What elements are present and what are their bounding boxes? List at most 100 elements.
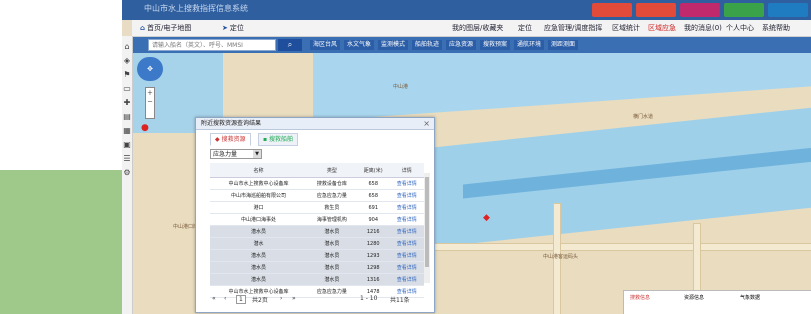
tab-label: 搜救资源 bbox=[221, 136, 246, 143]
toolbar-item-6[interactable]: 搜救预案 bbox=[480, 40, 511, 50]
prev-page-icon[interactable]: ‹ bbox=[224, 295, 226, 302]
map-canvas[interactable]: 中山港 横门水道 中山港客运码头 中山港口岸 ● ◆ ✥ ＋－ 附近搜救资源查询… bbox=[133, 53, 811, 314]
scrollbar-thumb[interactable] bbox=[425, 177, 429, 267]
cell-type: 潜水员 bbox=[306, 261, 357, 274]
bottom-tab-2[interactable]: 资源信息 bbox=[684, 294, 704, 301]
cell-distance: 691 bbox=[356, 201, 390, 214]
cell-distance: 1216 bbox=[356, 225, 390, 238]
bottom-tab-1[interactable]: 搜救信息 bbox=[630, 294, 650, 301]
record-total: 共11条 bbox=[390, 297, 410, 304]
last-page-icon[interactable]: » bbox=[292, 295, 296, 302]
tab-rescue-ships[interactable]: ▪ 搜救船舶 bbox=[258, 133, 298, 146]
toolbar-item-2[interactable]: 水文气象 bbox=[344, 40, 375, 50]
table-row: 中山市海巡船舶有限公司 应急应急力量 658 查看详情 bbox=[210, 189, 424, 202]
table-scrollbar[interactable] bbox=[424, 173, 430, 283]
column-header: 类型 bbox=[306, 163, 357, 178]
cell-name: 港口 bbox=[210, 201, 307, 214]
cell-type: 救生员 bbox=[306, 201, 357, 214]
detail-link[interactable]: 查看详情 bbox=[389, 225, 424, 238]
map-road-1 bbox=[433, 243, 811, 251]
cell-type: 海事管理机构 bbox=[306, 213, 357, 226]
filter-value: 应急力量 bbox=[213, 151, 238, 158]
nav-right-3[interactable]: 应急管理/调度指挥 bbox=[544, 23, 602, 33]
window-button-4[interactable] bbox=[724, 3, 764, 17]
app-title: 中山市水上搜救指挥信息系统 bbox=[144, 4, 248, 13]
nav-home[interactable]: ⌂ 首页/电子地图 bbox=[140, 23, 191, 33]
table-row: 中山市水上搜救中心设备库 搜救设备仓库 658 查看详情 bbox=[210, 177, 424, 190]
tab-rescue-resources[interactable]: ◆ 搜救资源 bbox=[210, 133, 251, 146]
detail-link[interactable]: 查看详情 bbox=[389, 177, 424, 190]
nav-right-7[interactable]: 个人中心 bbox=[726, 23, 754, 33]
detail-link[interactable]: 查看详情 bbox=[389, 249, 424, 262]
nav-right-6[interactable]: 我的消息(0) bbox=[684, 23, 722, 33]
detail-link[interactable]: 查看详情 bbox=[389, 261, 424, 274]
toolbar-item-3[interactable]: 监测模式 bbox=[378, 40, 409, 50]
column-header[interactable]: 距离(米) bbox=[356, 163, 390, 178]
search-input[interactable]: 请输入船名（英文）、呼号、MMSI bbox=[148, 39, 276, 51]
next-page-icon[interactable]: › bbox=[280, 295, 282, 302]
background-green-block bbox=[0, 170, 122, 314]
cell-distance: 1298 bbox=[356, 261, 390, 274]
detail-link[interactable]: 查看详情 bbox=[389, 273, 424, 286]
nav-right-2[interactable]: 定位 bbox=[518, 23, 532, 33]
nav-right-4[interactable]: 区域统计 bbox=[612, 23, 640, 33]
app-screen: 中山市水上搜救指挥信息系统 ⌂ 首页/电子地图 ➤ 定位 我的图层/收藏夹 定位 应… bbox=[122, 0, 811, 314]
nav-bar: ⌂ 首页/电子地图 ➤ 定位 我的图层/收藏夹 定位 应急管理/调度指挥 区域统计 … bbox=[132, 20, 811, 37]
pan-control[interactable]: ✥ bbox=[137, 57, 163, 81]
close-icon[interactable]: × bbox=[423, 119, 430, 128]
nav-mark-label: 定位 bbox=[229, 24, 244, 32]
left-sidebar: ⌂ ◈ ⚑ ▭ ✚ ▤ ▦ ▣ ☰ ⚙ bbox=[122, 36, 133, 314]
detail-link[interactable]: 查看详情 bbox=[389, 201, 424, 214]
cell-type: 应急应急力量 bbox=[306, 189, 357, 202]
page-input[interactable]: 1 bbox=[236, 295, 246, 304]
nav-mark[interactable]: ➤ 定位 bbox=[222, 23, 244, 33]
map-label-2: 横门水道 bbox=[633, 114, 654, 120]
cell-name: 中山市海巡船舶有限公司 bbox=[210, 189, 307, 202]
toolbar-item-7[interactable]: 通航环境 bbox=[514, 40, 545, 50]
column-header: 名称 bbox=[210, 163, 307, 178]
detail-link[interactable]: 查看详情 bbox=[389, 237, 424, 250]
window-button-5[interactable] bbox=[768, 3, 808, 17]
window-button-3[interactable] bbox=[680, 3, 720, 17]
home-icon[interactable]: ⌂ bbox=[122, 42, 132, 51]
window-button-2[interactable] bbox=[636, 3, 676, 17]
cell-name: 中山市水上搜救中心设备库 bbox=[210, 177, 307, 190]
monitor-icon[interactable]: ▣ bbox=[122, 140, 132, 149]
toolbar: 请输入船名（英文）、呼号、MMSI ⌕ 海区台风 水文气象 监测模式 船舶轨迹 … bbox=[132, 37, 811, 53]
rescue-icon[interactable]: ✚ bbox=[122, 98, 132, 107]
chart-icon[interactable]: ▤ bbox=[122, 112, 132, 121]
filter-select[interactable]: 应急力量 ▼ bbox=[210, 149, 262, 159]
bottom-tab-3[interactable]: 气象数据 bbox=[740, 294, 760, 301]
toolbar-item-5[interactable]: 应急资源 bbox=[446, 40, 477, 50]
toolbar-item-8[interactable]: 测距测面 bbox=[548, 40, 579, 50]
toolbar-item-1[interactable]: 海区台风 bbox=[310, 40, 341, 50]
zoom-slider[interactable]: ＋－ bbox=[145, 87, 155, 119]
cell-name: 潜水员 bbox=[210, 225, 307, 238]
detail-link[interactable]: 查看详情 bbox=[389, 189, 424, 202]
location-pin-icon[interactable]: ● bbox=[141, 123, 149, 133]
toolbar-item-4[interactable]: 船舶轨迹 bbox=[412, 40, 443, 50]
flag-icon[interactable]: ⚑ bbox=[122, 70, 132, 79]
bottom-panel: 搜救信息 资源信息 气象数据 bbox=[623, 290, 811, 314]
resource-table: 名称 类型 距离(米) 详情 中山市水上搜救中心设备库 搜救设备仓库 658 查看详情… bbox=[210, 163, 424, 298]
location-pin-icon[interactable]: ◆ bbox=[483, 213, 490, 223]
detail-link[interactable]: 查看详情 bbox=[389, 213, 424, 226]
cell-name: 潜水员 bbox=[210, 249, 307, 262]
ship-icon[interactable]: ▭ bbox=[122, 84, 132, 93]
layers-icon[interactable]: ◈ bbox=[122, 56, 132, 65]
search-icon[interactable]: ⌕ bbox=[278, 39, 302, 51]
table-row: 潜水员 潜水员 1216 查看详情 bbox=[210, 225, 424, 238]
first-page-icon[interactable]: « bbox=[212, 295, 216, 302]
nav-right-8[interactable]: 系统帮助 bbox=[762, 23, 790, 33]
cell-distance: 904 bbox=[356, 213, 390, 226]
cell-name: 潜水 bbox=[210, 237, 307, 250]
settings-icon[interactable]: ⚙ bbox=[122, 168, 132, 177]
cell-type: 潜水员 bbox=[306, 237, 357, 250]
nav-right-5[interactable]: 区域应急 bbox=[648, 23, 676, 33]
list-icon[interactable]: ☰ bbox=[122, 154, 132, 163]
window-button-1[interactable] bbox=[592, 3, 632, 17]
calendar-icon[interactable]: ▦ bbox=[122, 126, 132, 135]
nav-right-1[interactable]: 我的图层/收藏夹 bbox=[452, 23, 503, 33]
cell-name: 潜水员 bbox=[210, 261, 307, 274]
table-header-row: 名称 类型 距离(米) 详情 bbox=[210, 163, 424, 178]
